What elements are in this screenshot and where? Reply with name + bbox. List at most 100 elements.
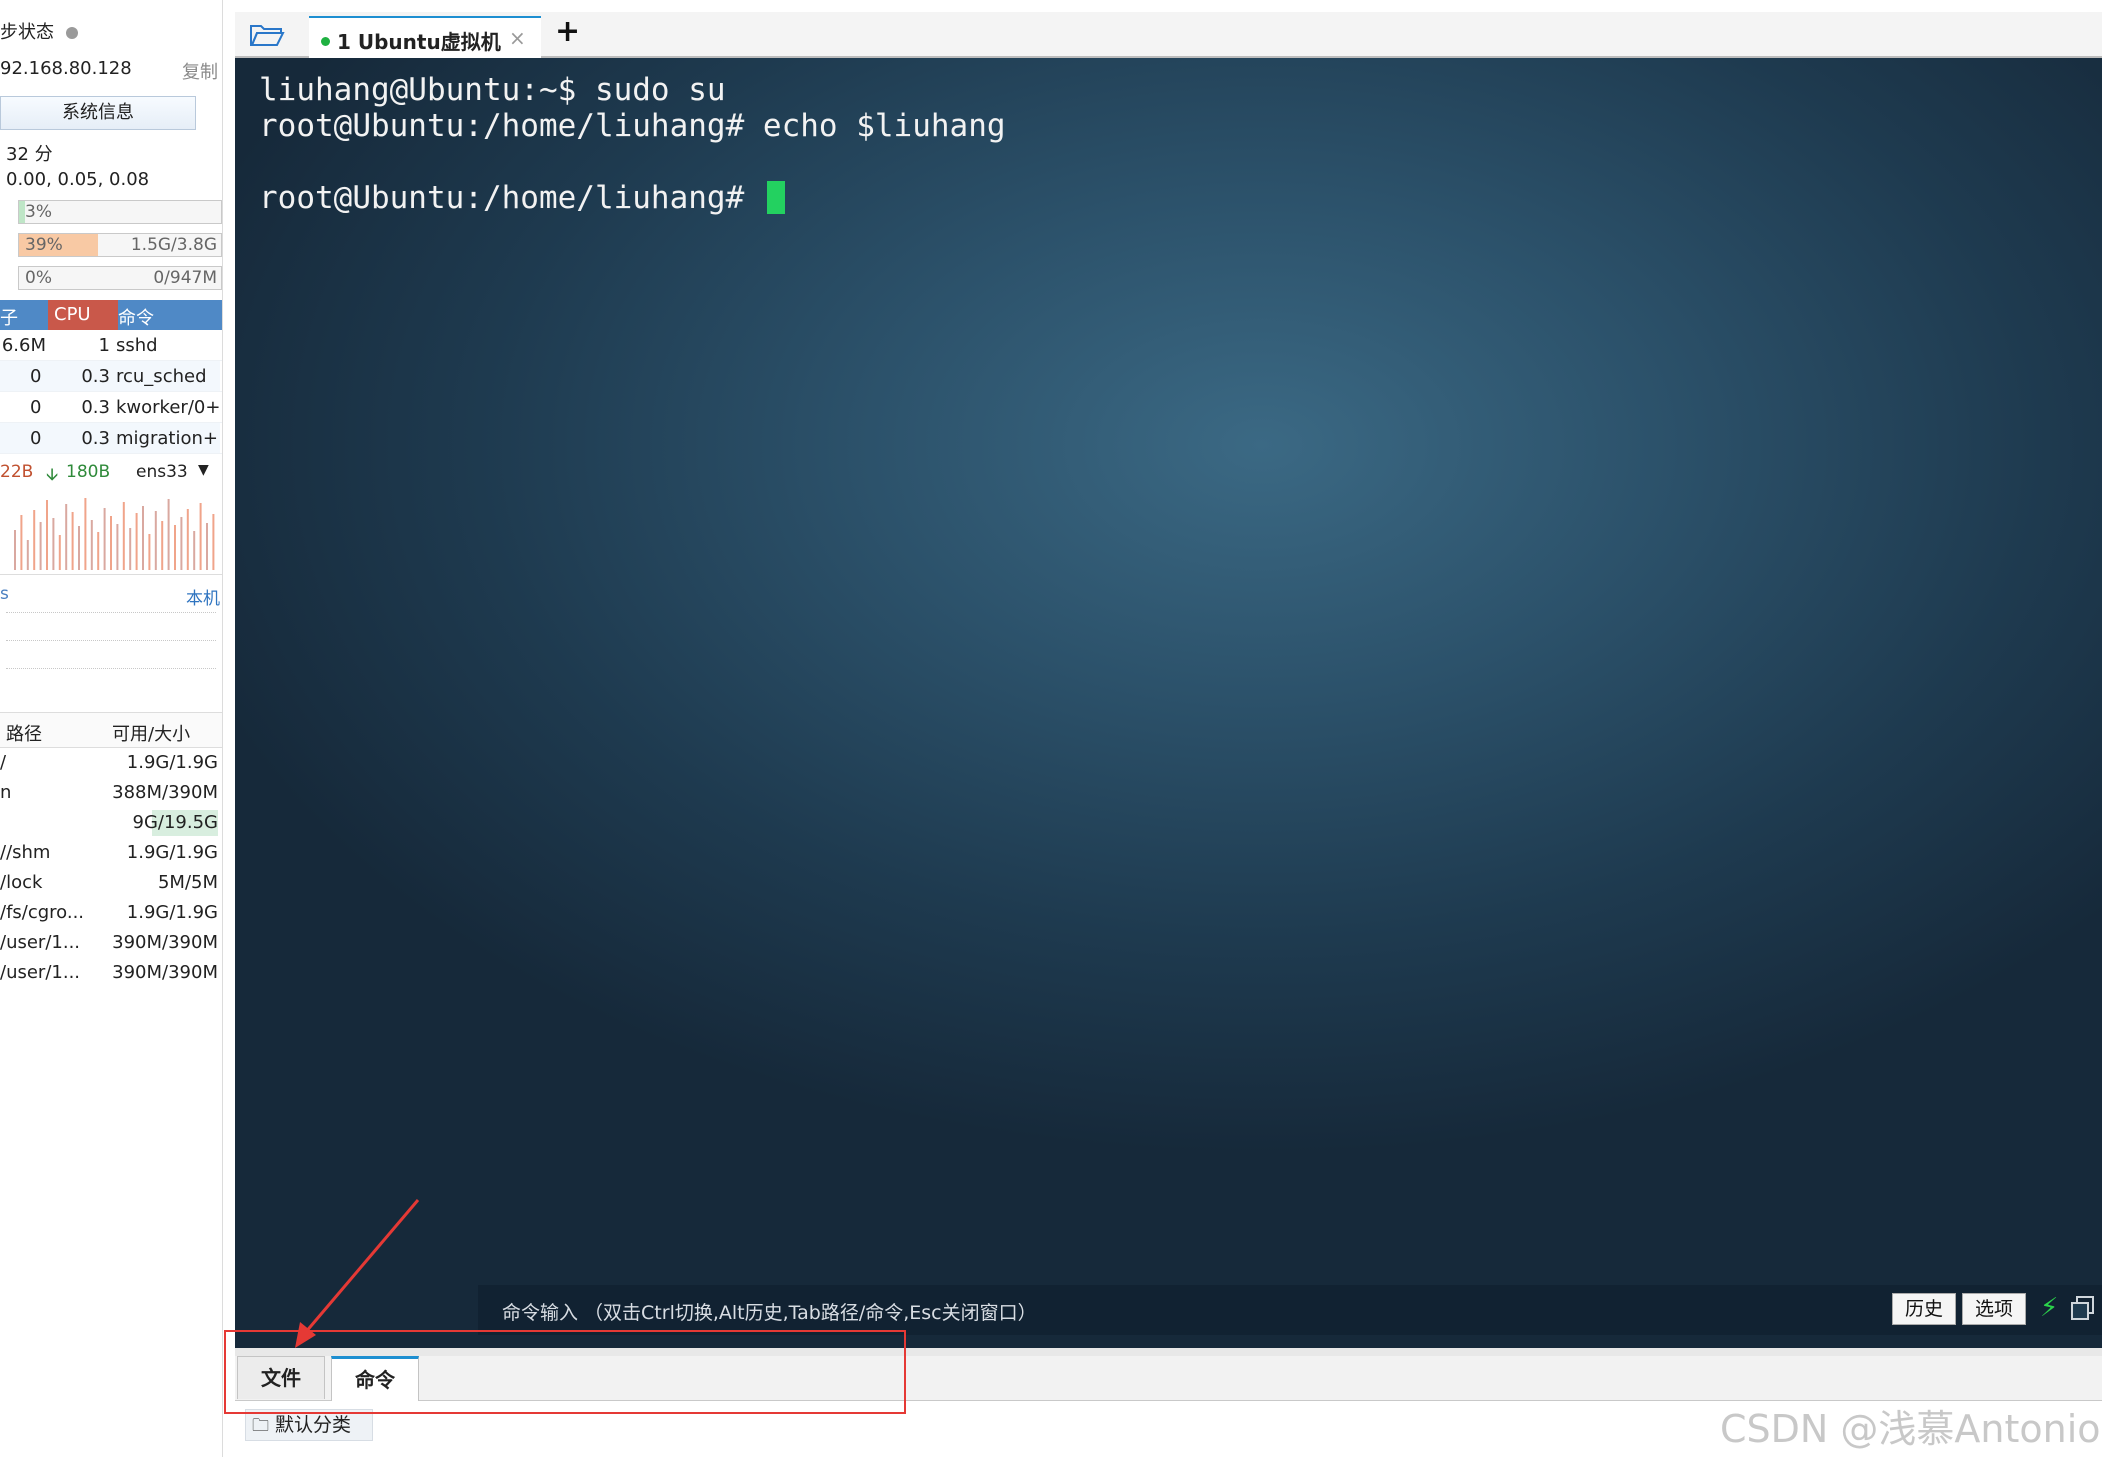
traffic-bar (193, 531, 196, 570)
cpu-column-header[interactable]: CPU (48, 300, 118, 330)
process-mem: 6.6M (1, 335, 46, 356)
disk-table: 路径 可用/大小 /1.9G/1.9G n 388M/390M 9G/19.5G … (0, 712, 222, 988)
copy-window-icon[interactable] (2070, 1295, 2096, 1321)
cpu-usage-label: 3% (25, 202, 52, 222)
disk-row[interactable]: n 388M/390M (0, 778, 222, 808)
ip-row: 92.168.80.128 复制 (0, 58, 222, 83)
divider (6, 668, 216, 669)
disk-path: /user/1... (0, 932, 81, 953)
process-cpu: 0.3 (81, 397, 110, 418)
traffic-bar (52, 518, 55, 570)
disk-size: 5M/5M (157, 872, 218, 893)
disk-row[interactable]: /user/1... 390M/390M (0, 958, 222, 988)
disk-size: 1.9G/1.9G (126, 842, 218, 863)
tab-ubuntu-session[interactable]: 1 Ubuntu虚拟机 × (309, 16, 541, 58)
disk-row[interactable]: /user/1... 390M/390M (0, 928, 222, 958)
history-button[interactable]: 历史 (1892, 1293, 1956, 1325)
path-column-header[interactable]: 路径 (6, 720, 42, 746)
disk-size: 9G/19.5G (132, 812, 219, 833)
traffic-bar (142, 506, 144, 570)
command-column-header[interactable]: 命令 (118, 304, 154, 330)
net-footer-left: s (0, 584, 9, 604)
traffic-bar (116, 524, 119, 570)
traffic-bar (186, 509, 189, 570)
traffic-bar (148, 534, 151, 570)
terminal-pane[interactable]: liuhang@Ubuntu:~$ sudo su root@Ubuntu:/h… (235, 58, 2102, 1348)
traffic-bar (129, 528, 132, 570)
process-row[interactable]: 6.6M 1 sshd (0, 330, 222, 361)
command-input-bar[interactable]: 命令输入 （双击Ctrl切换,Alt历史,Tab路径/命令,Esc关闭窗口） 历… (478, 1285, 2102, 1335)
lightning-icon[interactable]: ⚡ (2040, 1293, 2058, 1323)
traffic-bar (174, 525, 176, 570)
disk-row[interactable]: /lock 5M/5M (0, 868, 222, 898)
add-tab-button[interactable]: + (555, 14, 580, 49)
process-command: rcu_sched (116, 366, 207, 387)
process-command: sshd (116, 335, 158, 356)
category-label: 默认分类 (275, 1414, 352, 1436)
disk-size: 1.9G/1.9G (126, 902, 218, 923)
traffic-bar (39, 522, 42, 570)
net-interface-select[interactable]: ens33 (136, 462, 188, 482)
network-traffic-graph (0, 490, 222, 575)
disk-size: 390M/390M (112, 932, 218, 953)
traffic-bar (180, 517, 183, 570)
watermark: CSDN @浅慕Antonio (1720, 1407, 2101, 1451)
options-button[interactable]: 选项 (1962, 1293, 2026, 1325)
disk-row[interactable]: 9G/19.5G (0, 808, 222, 838)
memory-usage-value: 1.5G/3.8G (130, 235, 217, 255)
disk-table-header: 路径 可用/大小 (0, 712, 222, 748)
network-row: 22B 🡫 180B ens33 ▼ (0, 462, 222, 490)
traffic-bar (97, 532, 100, 570)
terminal-line: liuhang@Ubuntu:~$ sudo su (259, 72, 726, 108)
traffic-bar (26, 540, 29, 570)
traffic-bar (90, 520, 93, 570)
net-upload: 22B (0, 462, 34, 482)
chevron-down-icon[interactable]: ▼ (198, 462, 209, 478)
system-info-button[interactable]: 系统信息 (0, 96, 196, 130)
traffic-bar (65, 504, 68, 570)
disk-size: 390M/390M (112, 962, 218, 983)
traffic-bar (199, 503, 202, 570)
swap-usage-value: 0/947M (153, 268, 217, 288)
traffic-bar (14, 530, 16, 570)
disk-path: /user/1... (0, 962, 81, 983)
size-column-header[interactable]: 可用/大小 (112, 720, 190, 746)
process-row[interactable]: 0 0.3 migration+ (0, 423, 222, 454)
cpu-usage-bar: 3% (18, 200, 222, 224)
connected-dot-icon (321, 37, 330, 46)
uptime-value: 32 分 (6, 144, 53, 165)
swap-usage-label: 0% (25, 268, 52, 288)
mem-column-header[interactable]: 子 (0, 304, 18, 330)
traffic-bar (20, 515, 23, 570)
disk-path: //shm (0, 842, 51, 863)
traffic-bar (33, 510, 36, 570)
load-row: 0.00, 0.05, 0.08 (0, 169, 222, 190)
uptime-row: 32 分 (0, 140, 222, 166)
traffic-bar (161, 521, 164, 570)
traffic-bar (206, 523, 208, 570)
process-row[interactable]: 0 0.3 rcu_sched (0, 361, 222, 392)
traffic-bar (78, 526, 80, 570)
traffic-bar (110, 516, 112, 570)
ip-address: 92.168.80.128 (0, 58, 132, 79)
process-mem: 0 (30, 366, 42, 387)
traffic-bar (103, 508, 106, 570)
close-icon[interactable]: × (509, 26, 526, 50)
disk-path: /fs/cgro... (0, 902, 85, 923)
sync-status-label: 步状态 (0, 22, 54, 43)
local-host-link[interactable]: 本机 (186, 584, 220, 609)
terminal-cursor (766, 181, 785, 214)
process-row[interactable]: 0 0.3 kworker/0+ (0, 392, 222, 423)
disk-row[interactable]: / 1.9G/1.9G (0, 748, 222, 778)
divider (6, 612, 216, 613)
folder-open-icon[interactable] (249, 20, 285, 48)
disk-row[interactable]: //shm 1.9G/1.9G (0, 838, 222, 868)
session-tab-bar: 1 Ubuntu虚拟机 × + (235, 12, 2102, 58)
command-input-hint: 命令输入 （双击Ctrl切换,Alt历史,Tab路径/命令,Esc关闭窗口） (502, 1302, 1037, 1324)
sync-status-row: 步状态 (0, 18, 222, 44)
disk-row[interactable]: /fs/cgro... 1.9G/1.9G (0, 898, 222, 928)
process-command: kworker/0+ (116, 397, 221, 418)
terminal-prompt: root@Ubuntu:/home/liuhang# (259, 180, 763, 216)
copy-ip-link[interactable]: 复制 (182, 58, 218, 84)
process-command: migration+ (116, 428, 218, 449)
